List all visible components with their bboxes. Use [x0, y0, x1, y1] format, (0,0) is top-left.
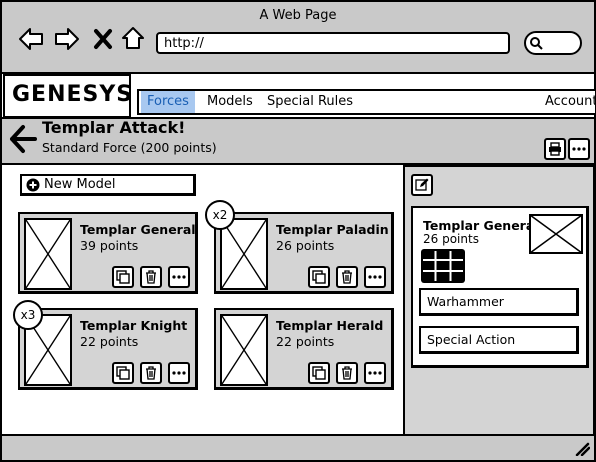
- model-name: Templar Knight: [80, 318, 188, 333]
- model-more-button[interactable]: [364, 266, 386, 288]
- delete-button[interactable]: [336, 362, 358, 384]
- model-more-button[interactable]: [168, 362, 190, 384]
- model-image-placeholder: [220, 218, 268, 290]
- url-input[interactable]: http://: [156, 32, 510, 54]
- new-model-button[interactable]: New Model: [20, 174, 196, 196]
- delete-button[interactable]: [140, 266, 162, 288]
- more-icon: [572, 147, 586, 151]
- browser-window: A Web Page http:// GENESYS Forces Models…: [0, 0, 596, 462]
- trash-icon: [146, 366, 156, 380]
- model-points: 22 points: [80, 334, 139, 349]
- model-name: Templar Herald: [276, 318, 384, 333]
- resize-grip-icon[interactable]: [574, 442, 590, 456]
- model-count-badge: x2: [205, 200, 235, 230]
- model-image-placeholder: [220, 314, 268, 386]
- copy-icon: [312, 270, 326, 284]
- main-menu: Forces Models Special Rules Account: [137, 89, 596, 115]
- copy-icon: [116, 366, 130, 380]
- trash-icon: [342, 270, 352, 284]
- copy-button[interactable]: [112, 266, 134, 288]
- forward-icon[interactable]: [54, 26, 80, 52]
- model-card[interactable]: Templar General 39 points: [18, 212, 198, 294]
- arrow-left-icon[interactable]: [9, 124, 37, 154]
- detail-name: Templar General: [423, 218, 539, 233]
- more-icon: [368, 371, 382, 375]
- new-model-label: New Model: [44, 176, 116, 192]
- force-more-button[interactable]: [568, 138, 590, 160]
- app-logo: GENESYS: [3, 74, 132, 118]
- tab-models[interactable]: Models: [201, 91, 259, 113]
- model-card[interactable]: Templar Knight 22 points: [18, 308, 198, 390]
- grid-icon[interactable]: [420, 248, 466, 284]
- print-icon: [549, 142, 561, 156]
- search-input[interactable]: [524, 31, 582, 55]
- detail-points: 26 points: [423, 232, 479, 246]
- more-icon: [172, 371, 186, 375]
- copy-icon: [116, 270, 130, 284]
- trash-icon: [146, 270, 156, 284]
- status-bar: [2, 434, 594, 460]
- force-subtitle: Standard Force (200 points): [42, 140, 217, 155]
- model-more-button[interactable]: [364, 362, 386, 384]
- model-card[interactable]: Templar Herald 22 points: [214, 308, 394, 390]
- back-icon[interactable]: [18, 26, 44, 52]
- copy-button[interactable]: [308, 362, 330, 384]
- edit-button[interactable]: [411, 174, 433, 196]
- model-image-placeholder: [529, 214, 583, 254]
- home-icon[interactable]: [120, 25, 146, 51]
- model-name: Templar Paladin: [276, 222, 389, 237]
- special-action-field[interactable]: Special Action: [419, 326, 579, 354]
- copy-icon: [312, 366, 326, 380]
- stop-icon[interactable]: [90, 26, 116, 52]
- model-points: 26 points: [276, 238, 335, 253]
- model-points: 39 points: [80, 238, 139, 253]
- model-more-button[interactable]: [168, 266, 190, 288]
- account-link[interactable]: Account: [539, 91, 596, 113]
- window-title: A Web Page: [259, 8, 337, 23]
- more-icon: [172, 275, 186, 279]
- trash-icon: [342, 366, 352, 380]
- copy-button[interactable]: [112, 362, 134, 384]
- delete-button[interactable]: [140, 362, 162, 384]
- model-name: Templar General: [80, 222, 196, 237]
- plus-circle-icon: [26, 178, 40, 191]
- delete-button[interactable]: [336, 266, 358, 288]
- weapon-field[interactable]: Warhammer: [419, 288, 579, 316]
- tab-special-rules[interactable]: Special Rules: [261, 91, 359, 113]
- edit-icon: [415, 178, 429, 191]
- copy-button[interactable]: [308, 266, 330, 288]
- model-card[interactable]: Templar Paladin 26 points: [214, 212, 394, 294]
- search-icon: [530, 37, 543, 50]
- detail-card: Templar General 26 points Warhammer Spec…: [411, 206, 589, 368]
- model-image-placeholder: [24, 218, 72, 290]
- more-icon: [368, 275, 382, 279]
- tab-forces[interactable]: Forces: [141, 91, 195, 113]
- model-count-badge: x3: [13, 300, 43, 330]
- print-button[interactable]: [544, 138, 566, 160]
- model-points: 22 points: [276, 334, 335, 349]
- force-title: Templar Attack!: [42, 118, 186, 137]
